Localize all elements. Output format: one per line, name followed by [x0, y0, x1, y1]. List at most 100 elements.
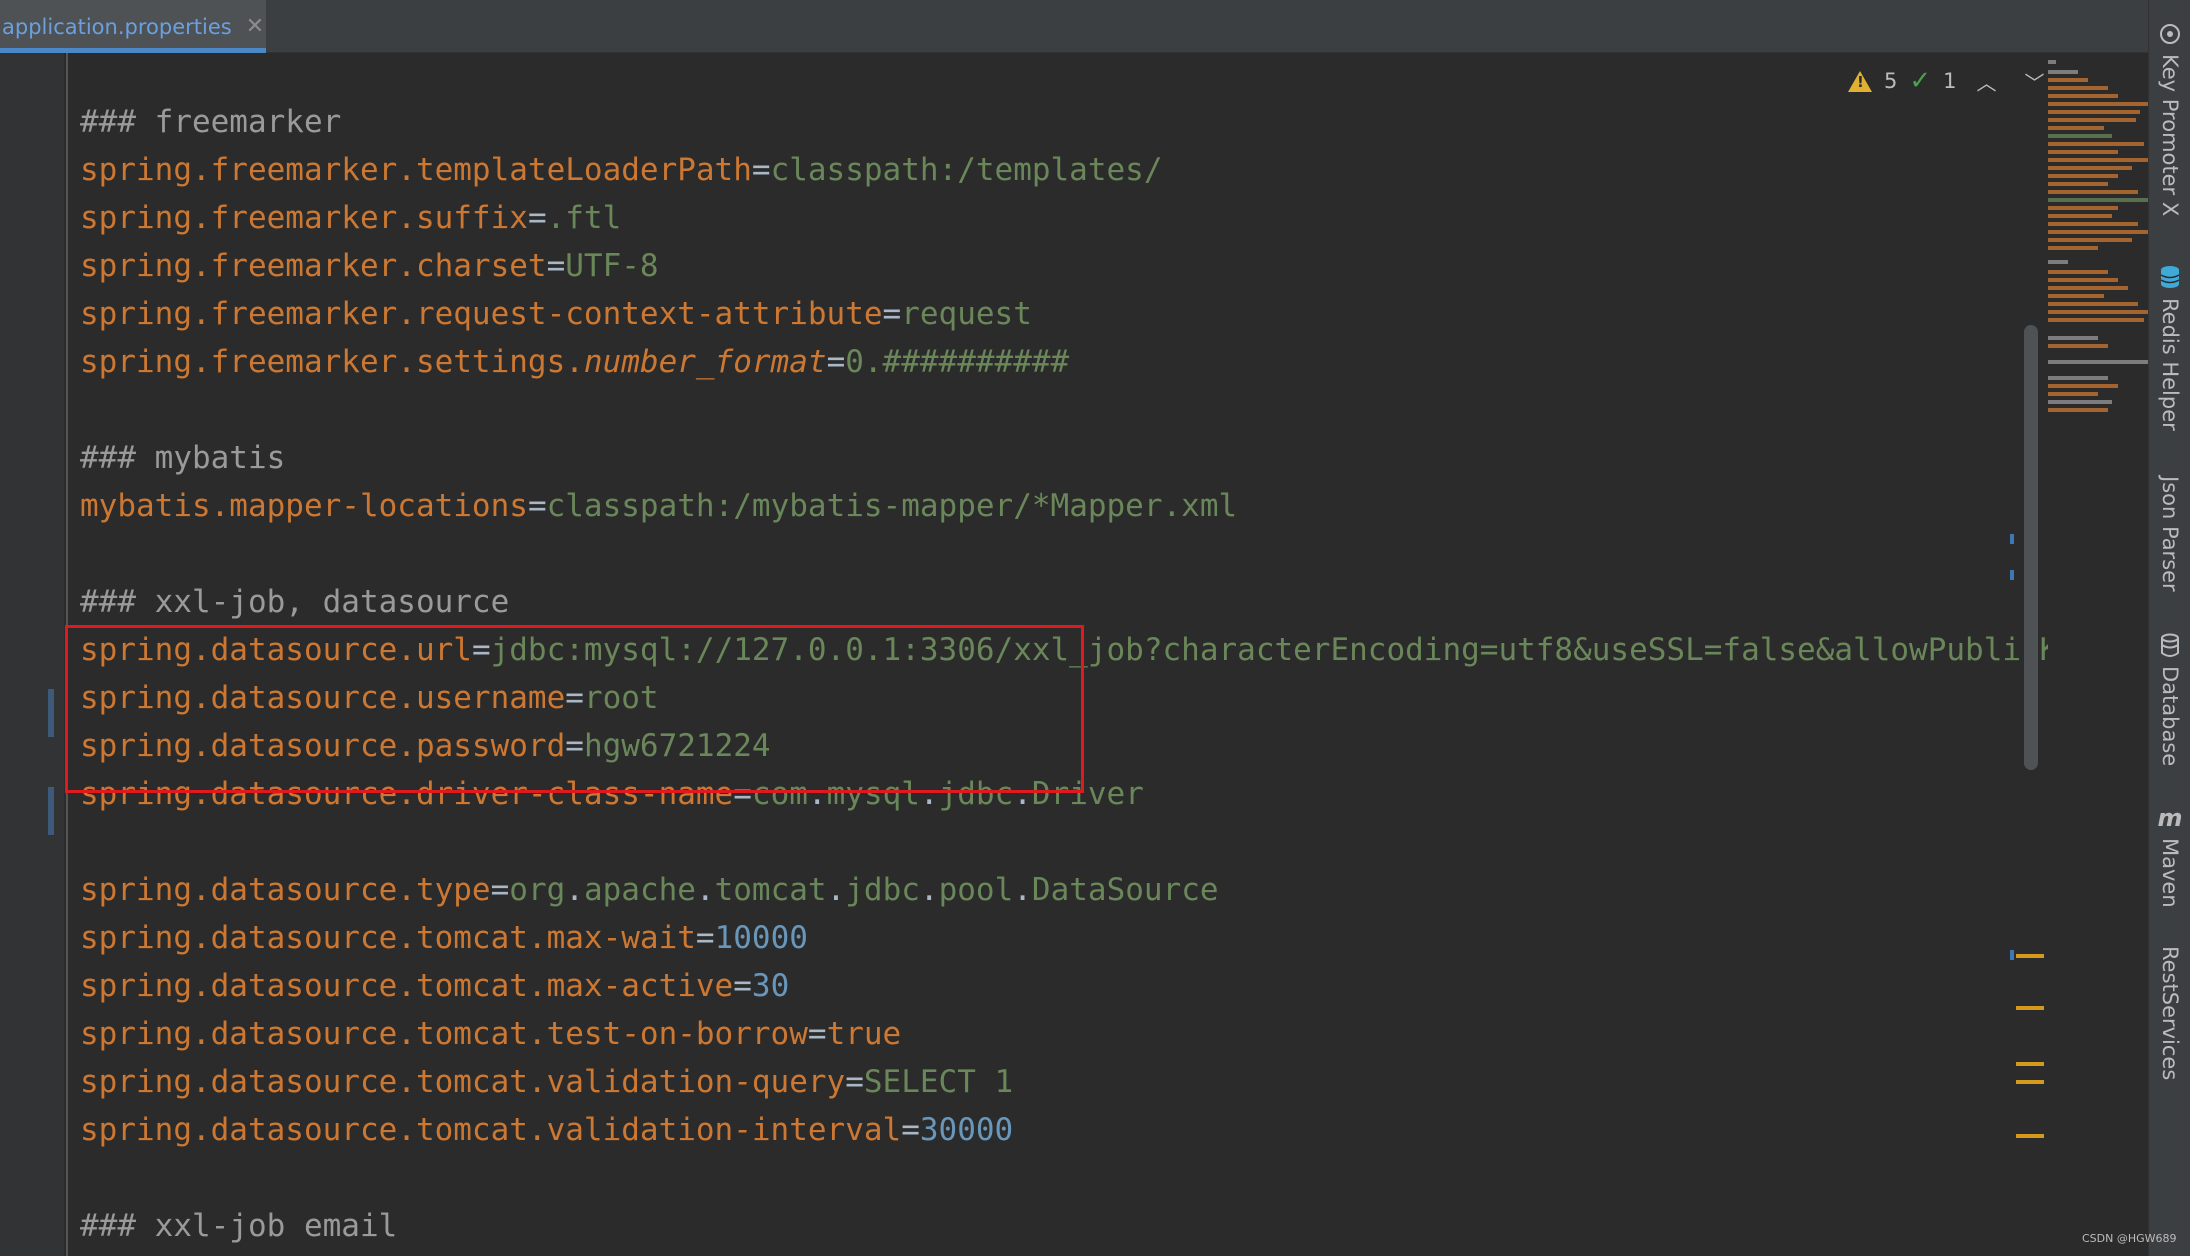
minimap-line — [2048, 336, 2098, 340]
minimap-line — [2048, 318, 2144, 322]
minimap-line — [2048, 86, 2108, 90]
minimap-line — [2048, 102, 2148, 106]
equals-sign: = — [733, 776, 752, 812]
minimap-line — [2048, 126, 2104, 130]
blank-line[interactable] — [80, 530, 99, 578]
blank-line[interactable] — [80, 1154, 99, 1202]
warning-stripe[interactable] — [2016, 1134, 2044, 1138]
warning-stripe[interactable] — [2016, 1062, 2044, 1066]
tool-window-json-parser[interactable]: Json Parser — [2149, 476, 2190, 592]
comment-line[interactable]: ### xxl-job, datasource — [80, 578, 509, 626]
property-key: spring.freemarker.suffix — [80, 200, 528, 236]
minimap-line — [2048, 150, 2118, 154]
equals-sign: = — [882, 296, 902, 332]
comment-line[interactable]: ### xxl-job email — [80, 1202, 397, 1250]
dot: . — [919, 776, 939, 812]
stripe-mark[interactable] — [2010, 950, 2014, 960]
property-line[interactable]: spring.datasource.url=jdbc:mysql://127.0… — [80, 626, 2048, 674]
minimap-line — [2048, 78, 2088, 82]
change-marker[interactable] — [48, 787, 54, 835]
property-line[interactable]: spring.freemarker.settings.number_format… — [80, 338, 1069, 386]
equals-sign: = — [845, 1064, 864, 1100]
code-minimap[interactable] — [2046, 60, 2148, 420]
blank-line[interactable] — [80, 818, 99, 866]
dot: . — [1013, 776, 1032, 812]
property-value: 10000 — [714, 920, 808, 956]
warning-count[interactable]: 5 — [1884, 69, 1897, 93]
blank-line[interactable] — [80, 386, 99, 434]
chevron-up-icon[interactable]: ︿ — [1969, 67, 2005, 96]
property-line[interactable]: spring.datasource.driver-class-name=com.… — [80, 770, 1144, 818]
minimap-line — [2048, 238, 2132, 242]
comment-text: ### freemarker — [80, 104, 342, 140]
property-line[interactable]: mybatis.mapper-locations=classpath:/myba… — [80, 482, 1237, 530]
property-key-italic: number_format — [583, 344, 827, 380]
property-key: spring.freemarker.charset — [80, 248, 547, 284]
property-value: request — [901, 296, 1032, 332]
equals-sign: = — [527, 488, 547, 524]
minimap-line — [2048, 246, 2098, 250]
minimap-line — [2048, 286, 2128, 290]
property-line[interactable]: spring.datasource.tomcat.validation-quer… — [80, 1058, 1013, 1106]
weak-warning-icon: ✓ — [1909, 66, 1932, 96]
comment-line[interactable]: ### mybatis — [80, 434, 285, 482]
tool-label: Database — [2158, 666, 2182, 767]
warning-stripe[interactable] — [2016, 1080, 2044, 1084]
editor-gutter[interactable] — [0, 53, 64, 1256]
equals-sign: = — [901, 1112, 920, 1148]
property-line[interactable]: spring.datasource.tomcat.validation-inte… — [80, 1106, 1013, 1154]
tool-window-database[interactable]: Database — [2149, 633, 2190, 767]
equals-sign: = — [733, 968, 752, 1004]
dot: . — [1013, 872, 1032, 908]
minimap-line — [2048, 360, 2148, 364]
warning-stripe[interactable] — [2016, 954, 2044, 958]
maven-icon: m — [2157, 804, 2183, 832]
warning-stripe[interactable] — [2016, 1006, 2044, 1010]
tool-label: RestServices — [2158, 946, 2182, 1081]
inspection-widget[interactable]: 5 ✓ 1 ︿ ﹀ — [1848, 64, 2053, 98]
tab-label: application.properties — [2, 14, 232, 39]
gutter-divider — [66, 53, 68, 1256]
vertical-scrollbar[interactable] — [2024, 325, 2038, 770]
property-key: spring.datasource.type — [80, 872, 491, 908]
property-line[interactable]: spring.freemarker.suffix=.ftl — [80, 194, 621, 242]
property-key: spring.datasource.tomcat.test-on-borrow — [80, 1016, 808, 1052]
minimap-line — [2048, 166, 2132, 170]
stripe-mark[interactable] — [2010, 570, 2014, 580]
change-marker[interactable] — [48, 689, 54, 737]
property-line[interactable]: spring.datasource.password=hgw6721224 — [80, 722, 771, 770]
property-value: jdbc:mysql://127.0.0.1:3306/xxl_job?char… — [490, 632, 2048, 668]
equals-sign: = — [527, 200, 547, 236]
comment-line[interactable]: ### freemarker — [80, 98, 341, 146]
minimap-line — [2048, 260, 2068, 264]
right-tool-strip: Key Promoter X Redis Helper Json Parser … — [2148, 0, 2190, 1256]
minimap-line — [2048, 302, 2138, 306]
minimap-line — [2048, 182, 2108, 186]
property-line[interactable]: spring.freemarker.request-context-attrib… — [80, 290, 1032, 338]
property-line[interactable]: spring.datasource.type=org.apache.tomcat… — [80, 866, 1219, 914]
property-value: .ftl — [546, 200, 622, 236]
tool-window-key-promoter[interactable]: Key Promoter X — [2149, 22, 2190, 216]
property-value: SELECT 1 — [863, 1064, 1014, 1100]
property-line[interactable]: spring.datasource.username=root — [80, 674, 659, 722]
tool-window-redis-helper[interactable]: Redis Helper — [2149, 266, 2190, 431]
property-line[interactable]: spring.freemarker.charset=UTF-8 — [80, 242, 659, 290]
stripe-mark[interactable] — [2010, 534, 2014, 544]
minimap-line — [2048, 278, 2118, 282]
property-line[interactable]: spring.datasource.tomcat.max-wait=10000 — [80, 914, 808, 962]
property-line[interactable]: spring.freemarker.templateLoaderPath=cla… — [80, 146, 1163, 194]
property-line[interactable]: spring.datasource.tomcat.test-on-borrow=… — [80, 1010, 901, 1058]
token: com — [751, 776, 808, 812]
warning-icon — [1848, 70, 1872, 92]
tool-window-maven[interactable]: m Maven — [2149, 804, 2190, 908]
dot: . — [565, 872, 584, 908]
property-key: spring.datasource.tomcat.validation-quer… — [80, 1064, 846, 1100]
database-icon — [2158, 633, 2182, 658]
equals-sign: = — [751, 152, 771, 188]
tool-window-restservices[interactable]: RestServices — [2149, 946, 2190, 1080]
weak-warning-count[interactable]: 1 — [1943, 69, 1956, 93]
property-key: spring.datasource.driver-class-name — [80, 776, 734, 812]
code-editor[interactable]: ### freemarker spring.freemarker.template… — [80, 36, 2048, 1256]
property-line[interactable]: spring.datasource.tomcat.max-active=30 — [80, 962, 789, 1010]
property-key: spring.freemarker.request-context-attrib… — [80, 296, 883, 332]
